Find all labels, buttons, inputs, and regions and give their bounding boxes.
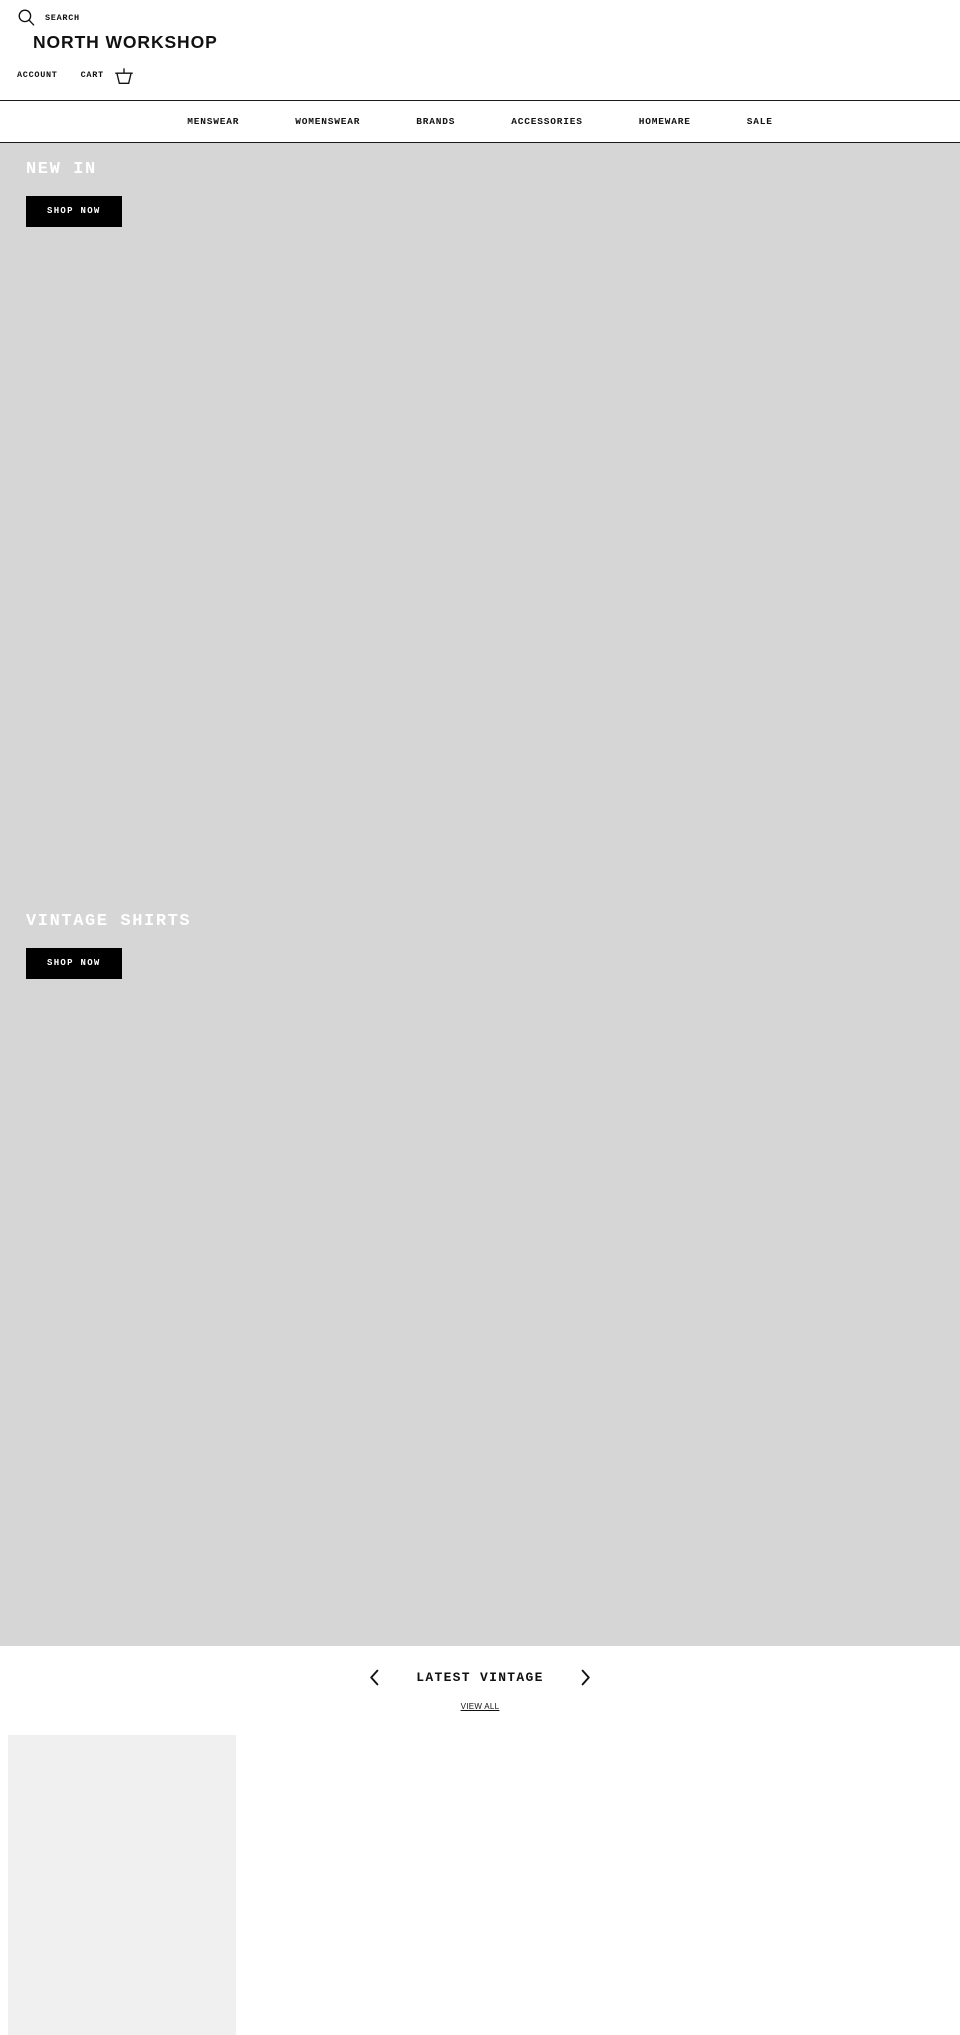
hero-content-new-in: NEW IN SHOP NOW [26, 161, 122, 227]
homepage: SEARCH NORTH WORKSHOP ACCOUNT CART MENSW… [0, 0, 960, 2035]
shop-now-button-vintage-shirts[interactable]: SHOP NOW [26, 948, 122, 979]
view-all-link[interactable]: VIEW ALL [461, 1702, 500, 1711]
cart-button[interactable]: CART [81, 64, 135, 87]
hero-banner-vintage-shirts[interactable]: VINTAGE SHIRTS SHOP NOW [0, 895, 960, 1646]
site-header: SEARCH NORTH WORKSHOP ACCOUNT CART [0, 0, 960, 101]
product-card[interactable] [8, 1735, 236, 2035]
shopping-basket-icon [113, 64, 135, 87]
hero-banner-new-in[interactable]: NEW IN SHOP NOW [0, 143, 960, 895]
nav-item-sale[interactable]: SALE [719, 117, 801, 127]
carousel-next-button[interactable] [576, 1667, 596, 1687]
product-thumbnail [8, 1735, 236, 2035]
chevron-left-icon [369, 1669, 380, 1686]
shop-now-button-new-in[interactable]: SHOP NOW [26, 196, 122, 227]
collection-title: LATEST VINTAGE [416, 1669, 544, 1685]
hero-title-new-in: NEW IN [26, 160, 97, 179]
hero-title-vintage-shirts: VINTAGE SHIRTS [26, 912, 192, 931]
search-icon [17, 8, 36, 27]
nav-item-brands[interactable]: BRANDS [388, 117, 483, 127]
header-utility-links: ACCOUNT CART [17, 64, 135, 87]
hero-banner-stack: NEW IN SHOP NOW VINTAGE SHIRTS SHOP NOW [0, 143, 960, 1646]
latest-vintage-section: LATEST VINTAGE VIEW ALL [0, 1646, 960, 2035]
hero-content-vintage-shirts: VINTAGE SHIRTS SHOP NOW [26, 913, 191, 979]
brand-logo[interactable]: NORTH WORKSHOP [33, 33, 218, 52]
carousel-prev-button[interactable] [364, 1667, 384, 1687]
nav-item-menswear[interactable]: MENSWEAR [159, 117, 267, 127]
search-button[interactable]: SEARCH [17, 8, 80, 27]
account-link[interactable]: ACCOUNT [17, 71, 58, 80]
view-all-wrapper: VIEW ALL [0, 1696, 960, 1714]
main-navigation: MENSWEAR WOMENSWEAR BRANDS ACCESSORIES H… [0, 101, 960, 143]
cart-label: CART [80, 70, 104, 81]
search-label: SEARCH [45, 12, 80, 23]
nav-item-homeware[interactable]: HOMEWARE [611, 117, 719, 127]
collection-header: LATEST VINTAGE [0, 1667, 960, 1687]
nav-item-accessories[interactable]: ACCESSORIES [483, 117, 611, 127]
nav-item-womenswear[interactable]: WOMENSWEAR [267, 117, 388, 127]
chevron-right-icon [580, 1669, 591, 1686]
